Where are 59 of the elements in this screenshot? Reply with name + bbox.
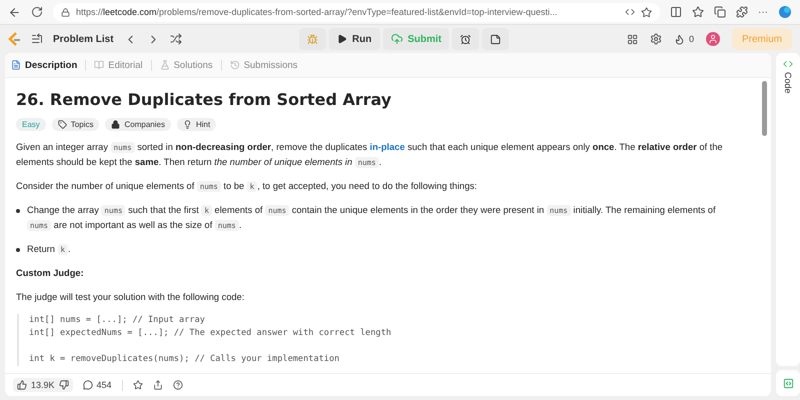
star-icon[interactable] (132, 380, 143, 390)
extensions-icon[interactable] (736, 6, 748, 18)
timer-button[interactable] (452, 28, 480, 50)
flame-icon (674, 34, 685, 44)
code-block: int[] nums = [...]; // Input array int[] expectedNums = [...]; // The expected answer with correct length int k = removeDuplicates(nums); // Calls your implementation (17, 314, 741, 366)
console-icon[interactable] (782, 378, 794, 388)
book-icon (94, 60, 104, 70)
thumbs-up-icon (17, 380, 27, 390)
more-button[interactable]: ··· (758, 6, 768, 18)
url-text: https://leetcode.com/problems/remove-duplicates-from-sorted-array/?envType=featured-list&envId=top-interview-questi... (76, 7, 558, 17)
in-place-link[interactable]: in-place (370, 142, 405, 152)
bug-icon (307, 34, 318, 44)
scrollbar-thumb[interactable] (762, 81, 767, 136)
split-screen-icon[interactable] (670, 6, 682, 18)
alarm-clock-icon (460, 34, 472, 44)
settings-icon[interactable] (650, 33, 662, 45)
avatar-icon[interactable] (706, 32, 720, 46)
address-bar[interactable]: https://leetcode.com/problems/remove-duplicates-from-sorted-array/?envType=featured-list&envId=top-interview-questi... (53, 2, 660, 22)
tag-icon (58, 120, 67, 129)
copilot-icon[interactable] (778, 5, 792, 19)
section-heading: Custom Judge: (16, 267, 85, 280)
tag-chip[interactable]: Topics (52, 118, 100, 131)
panel-tab[interactable]: Description (11, 60, 78, 70)
history-icon (230, 60, 240, 70)
back-icon[interactable] (8, 6, 21, 18)
shuffle-icon[interactable] (170, 33, 182, 45)
flask-icon (160, 60, 170, 70)
collections-icon[interactable] (714, 6, 726, 18)
play-icon (337, 34, 348, 44)
tag-chip[interactable]: Hint (176, 118, 216, 131)
code-icon (783, 59, 793, 69)
lock-icon (61, 8, 70, 16)
note-icon (490, 34, 502, 44)
bullet-dot (16, 209, 20, 213)
notes-button[interactable] (482, 28, 510, 50)
star-icon[interactable] (641, 6, 652, 18)
document-icon (11, 60, 21, 70)
difficulty-tag: Easy (16, 118, 46, 131)
layout-icon[interactable] (626, 34, 638, 44)
help-icon[interactable] (172, 380, 183, 390)
streak-counter[interactable]: 0 (674, 34, 694, 44)
bullet-dot (16, 248, 20, 252)
tag-chip[interactable]: Companies (105, 118, 171, 131)
lightbulb-icon (182, 120, 192, 129)
problem-title: 26. Remove Duplicates from Sorted Array (16, 90, 392, 109)
comments-counter[interactable]: 454 (82, 380, 112, 390)
reload-icon[interactable] (31, 6, 43, 18)
share-icon[interactable] (152, 380, 163, 390)
run-button[interactable]: Run (329, 28, 380, 50)
thumbs-down-icon[interactable] (58, 380, 69, 390)
comment-icon (82, 380, 93, 390)
description-paragraph: The judge will test your solution with the following code: (16, 291, 246, 304)
code-tab[interactable]: Code (783, 59, 793, 94)
lock-icon (111, 120, 120, 129)
like-button[interactable]: 13.9K (13, 378, 73, 392)
cloud-upload-icon (390, 33, 403, 45)
favorites-icon[interactable] (692, 6, 704, 18)
problem-list-link[interactable]: Problem List (53, 34, 114, 44)
list-icon[interactable] (31, 33, 43, 45)
